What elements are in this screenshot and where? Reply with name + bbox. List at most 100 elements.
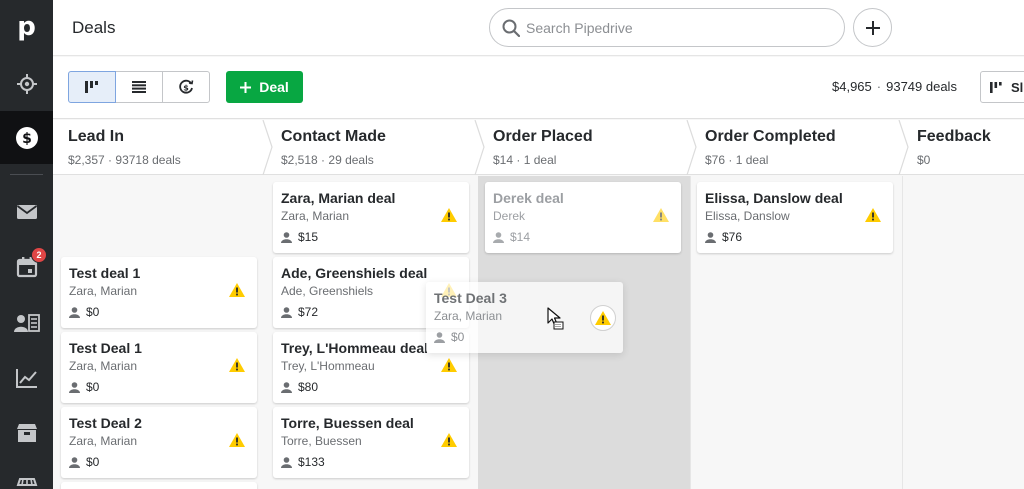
deal-value-row: $0 <box>434 330 464 344</box>
stage-name: Lead In <box>68 128 125 145</box>
trend-chart-icon <box>15 368 37 388</box>
plus-icon <box>865 20 880 35</box>
deal-title: Test Deal 2 <box>69 415 142 431</box>
deal-value: $72 <box>298 305 319 319</box>
deal-value-row: $80 <box>281 380 318 394</box>
deal-value-row: $76 <box>705 230 742 244</box>
deal-title: Test deal 1 <box>69 265 141 281</box>
stage-name: Order Completed <box>705 128 836 145</box>
sidebar-item-insights[interactable] <box>0 351 53 404</box>
deal-card[interactable]: Test Deal 1 Zara, Marian $0 <box>61 332 257 403</box>
deal-card[interactable]: Test deal 1 Zara, Marian $0 <box>61 257 257 328</box>
deal-title: Ade, Greenshiels deal <box>281 265 428 281</box>
deal-contact: Zara, Marian <box>69 359 138 373</box>
deal-title: Derek deal <box>493 190 564 206</box>
person-icon <box>493 231 504 243</box>
deal-value-row: $0 <box>69 380 99 394</box>
deal-card[interactable]: Derek deal Derek $14 <box>485 182 681 253</box>
pipeline-select-button[interactable]: Sl <box>980 71 1024 103</box>
activities-badge: 2 <box>31 247 47 263</box>
sidebar-item-deals[interactable]: $ <box>0 111 53 164</box>
forecast-view-button[interactable]: $ <box>162 71 210 103</box>
stage-name: Order Placed <box>493 128 593 145</box>
deal-title: Trey, L'Hommeau deal <box>281 340 429 356</box>
stage-meta: $2,518 · 29 deals <box>281 153 374 167</box>
view-switcher: $ <box>68 71 210 103</box>
deal-contact: Zara, Marian <box>281 209 350 223</box>
forecast-view-icon: $ <box>179 79 194 94</box>
deal-contact: Ade, Greenshiels <box>281 284 374 298</box>
warning-icon[interactable] <box>653 208 669 222</box>
list-view-icon <box>132 81 146 93</box>
stage-header-contact-made[interactable]: Contact Made $2,518 · 29 deals <box>266 120 478 175</box>
stage-header-order-placed[interactable]: Order Placed $14 · 1 deal <box>478 120 690 175</box>
warning-icon[interactable] <box>229 283 245 297</box>
deal-contact: Zara, Marian <box>434 309 503 323</box>
stage-header-lead-in[interactable]: Lead In $2,357 · 93718 deals <box>53 120 266 175</box>
sidebar-item-contacts[interactable] <box>0 296 53 349</box>
deal-value-row: $15 <box>281 230 318 244</box>
stage-chevron <box>898 120 909 175</box>
stage-chevron <box>262 120 273 175</box>
person-icon <box>281 306 292 318</box>
warning-button[interactable] <box>590 305 616 331</box>
deal-contact: Torre, Buessen <box>281 434 362 448</box>
contacts-icon <box>13 313 40 332</box>
person-icon <box>281 231 292 243</box>
person-icon <box>434 331 445 343</box>
sidebar-item-products[interactable] <box>0 406 53 459</box>
sidebar-item-marketplace[interactable] <box>0 460 53 489</box>
deal-title: Elissa, Danslow deal <box>705 190 843 206</box>
deal-card-partial[interactable] <box>61 482 257 489</box>
warning-icon[interactable] <box>229 358 245 372</box>
sidebar-divider <box>10 174 43 175</box>
deal-card[interactable]: Zara, Marian deal Zara, Marian $15 <box>273 182 469 253</box>
list-view-button[interactable] <box>115 71 163 103</box>
sidebar-item-mail[interactable] <box>0 185 53 238</box>
deal-value: $0 <box>86 305 100 319</box>
sidebar: p $ 2 <box>0 0 53 489</box>
deal-title: Test Deal 1 <box>69 340 142 356</box>
stage-meta: $76 · 1 deal <box>705 153 769 167</box>
stage-header-order-completed[interactable]: Order Completed $76 · 1 deal <box>690 120 902 175</box>
deal-card[interactable]: Test Deal 2 Zara, Marian $0 <box>61 407 257 478</box>
deal-card[interactable]: Torre, Buessen deal Torre, Buessen $133 <box>273 407 469 478</box>
summary-separator: · <box>876 79 882 94</box>
warning-icon[interactable] <box>441 433 457 447</box>
stage-meta: $14 · 1 deal <box>493 153 557 167</box>
warning-icon[interactable] <box>441 208 457 222</box>
quick-add-button[interactable] <box>853 8 892 47</box>
deal-title: Zara, Marian deal <box>281 190 396 206</box>
stage-chevron <box>474 120 485 175</box>
deal-contact: Derek <box>493 209 526 223</box>
pipeline-view-icon <box>85 81 98 93</box>
deal-value: $133 <box>298 455 325 469</box>
sidebar-item-activities[interactable] <box>0 240 53 293</box>
pipeline-view-button[interactable] <box>68 71 116 103</box>
deal-value: $14 <box>510 230 531 244</box>
deal-contact: Trey, L'Hommeau <box>281 359 375 373</box>
box-icon <box>16 423 37 442</box>
person-icon <box>69 456 80 468</box>
deal-value: $0 <box>451 330 465 344</box>
stage-header-feedback[interactable]: Feedback $0 <box>902 120 1024 175</box>
svg-text:$: $ <box>183 84 189 93</box>
warning-icon <box>595 311 611 325</box>
search-input[interactable] <box>526 17 826 39</box>
mail-icon <box>16 204 37 219</box>
sidebar-item-focus[interactable] <box>0 57 53 110</box>
pipedrive-logo[interactable]: p <box>0 0 53 53</box>
search-icon <box>502 19 520 37</box>
add-deal-button[interactable]: Deal <box>226 71 303 103</box>
person-icon <box>281 456 292 468</box>
deal-card[interactable]: Elissa, Danslow deal Elissa, Danslow $76 <box>697 182 893 253</box>
search-box[interactable] <box>489 8 845 47</box>
svg-text:$: $ <box>22 131 32 147</box>
pipeline-icon <box>990 81 1002 93</box>
store-icon <box>16 477 37 486</box>
warning-icon[interactable] <box>229 433 245 447</box>
warning-icon[interactable] <box>865 208 881 222</box>
warning-icon[interactable] <box>441 358 457 372</box>
dragging-deal-card[interactable]: Test Deal 3 Zara, Marian $0 <box>426 282 623 353</box>
total-deals: 93749 deals <box>886 79 957 94</box>
